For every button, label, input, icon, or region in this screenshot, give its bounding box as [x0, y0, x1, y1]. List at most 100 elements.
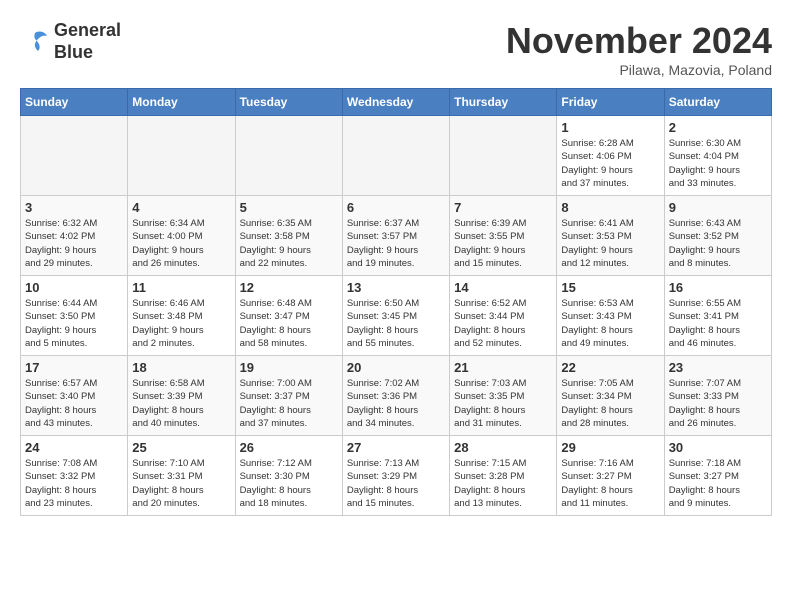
- day-number: 23: [669, 360, 767, 375]
- calendar-cell: [21, 116, 128, 196]
- calendar-cell: 22Sunrise: 7:05 AM Sunset: 3:34 PM Dayli…: [557, 356, 664, 436]
- calendar-cell: 24Sunrise: 7:08 AM Sunset: 3:32 PM Dayli…: [21, 436, 128, 516]
- day-info: Sunrise: 6:48 AM Sunset: 3:47 PM Dayligh…: [240, 297, 338, 350]
- day-number: 4: [132, 200, 230, 215]
- day-info: Sunrise: 6:57 AM Sunset: 3:40 PM Dayligh…: [25, 377, 123, 430]
- calendar-cell: 8 Sunrise: 6:41 AM Sunset: 3:53 PM Daylig…: [557, 196, 664, 276]
- day-info: Sunrise: 6:52 AM Sunset: 3:44 PM Dayligh…: [454, 297, 552, 350]
- day-number: 28: [454, 440, 552, 455]
- month-title: November 2024: [506, 20, 772, 62]
- location: Pilawa, Mazovia, Poland: [506, 62, 772, 78]
- day-number: 26: [240, 440, 338, 455]
- calendar-cell: 19 Sunrise: 7:00 AM Sunset: 3:37 PM Dayli…: [235, 356, 342, 436]
- day-number: 14: [454, 280, 552, 295]
- calendar-cell: 27 Sunrise: 7:13 AM Sunset: 3:29 PM Dayli…: [342, 436, 449, 516]
- day-info: Sunrise: 6:28 AM Sunset: 4:06 PM Dayligh…: [561, 137, 659, 190]
- calendar-cell: [342, 116, 449, 196]
- day-info: Sunrise: 7:18 AM Sunset: 3:27 PM Dayligh…: [669, 457, 767, 510]
- week-row-4: 17 Sunrise: 6:57 AM Sunset: 3:40 PM Dayli…: [21, 356, 772, 436]
- day-info: Sunrise: 7:03 AM Sunset: 3:35 PM Dayligh…: [454, 377, 552, 430]
- day-info: Sunrise: 7:07 AM Sunset: 3:33 PM Dayligh…: [669, 377, 767, 430]
- calendar-cell: 5 Sunrise: 6:35 AM Sunset: 3:58 PM Daylig…: [235, 196, 342, 276]
- day-number: 19: [240, 360, 338, 375]
- day-number: 1: [561, 120, 659, 135]
- week-row-3: 10Sunrise: 6:44 AM Sunset: 3:50 PM Dayli…: [21, 276, 772, 356]
- calendar-cell: 21Sunrise: 7:03 AM Sunset: 3:35 PM Dayli…: [450, 356, 557, 436]
- week-row-1: 1 Sunrise: 6:28 AM Sunset: 4:06 PM Daylig…: [21, 116, 772, 196]
- calendar-cell: 2 Sunrise: 6:30 AM Sunset: 4:04 PM Daylig…: [664, 116, 771, 196]
- calendar-table: SundayMondayTuesdayWednesdayThursdayFrid…: [20, 88, 772, 516]
- day-number: 22: [561, 360, 659, 375]
- header-monday: Monday: [128, 89, 235, 116]
- calendar-cell: 29Sunrise: 7:16 AM Sunset: 3:27 PM Dayli…: [557, 436, 664, 516]
- calendar-cell: 20 Sunrise: 7:02 AM Sunset: 3:36 PM Dayli…: [342, 356, 449, 436]
- header-tuesday: Tuesday: [235, 89, 342, 116]
- day-number: 27: [347, 440, 445, 455]
- calendar-cell: 15 Sunrise: 6:53 AM Sunset: 3:43 PM Dayli…: [557, 276, 664, 356]
- header-friday: Friday: [557, 89, 664, 116]
- day-info: Sunrise: 6:58 AM Sunset: 3:39 PM Dayligh…: [132, 377, 230, 430]
- calendar-cell: 30 Sunrise: 7:18 AM Sunset: 3:27 PM Dayli…: [664, 436, 771, 516]
- title-block: November 2024 Pilawa, Mazovia, Poland: [506, 20, 772, 78]
- calendar-cell: 16Sunrise: 6:55 AM Sunset: 3:41 PM Dayli…: [664, 276, 771, 356]
- calendar-cell: 11Sunrise: 6:46 AM Sunset: 3:48 PM Dayli…: [128, 276, 235, 356]
- day-number: 12: [240, 280, 338, 295]
- day-number: 30: [669, 440, 767, 455]
- day-info: Sunrise: 6:50 AM Sunset: 3:45 PM Dayligh…: [347, 297, 445, 350]
- day-number: 10: [25, 280, 123, 295]
- day-number: 17: [25, 360, 123, 375]
- header-wednesday: Wednesday: [342, 89, 449, 116]
- calendar-cell: 7 Sunrise: 6:39 AM Sunset: 3:55 PM Daylig…: [450, 196, 557, 276]
- calendar-cell: 9 Sunrise: 6:43 AM Sunset: 3:52 PM Daylig…: [664, 196, 771, 276]
- day-info: Sunrise: 7:13 AM Sunset: 3:29 PM Dayligh…: [347, 457, 445, 510]
- day-info: Sunrise: 6:55 AM Sunset: 3:41 PM Dayligh…: [669, 297, 767, 350]
- day-number: 13: [347, 280, 445, 295]
- day-number: 5: [240, 200, 338, 215]
- calendar-cell: 23 Sunrise: 7:07 AM Sunset: 3:33 PM Dayli…: [664, 356, 771, 436]
- day-number: 25: [132, 440, 230, 455]
- day-number: 6: [347, 200, 445, 215]
- day-info: Sunrise: 6:30 AM Sunset: 4:04 PM Dayligh…: [669, 137, 767, 190]
- calendar-cell: 6 Sunrise: 6:37 AM Sunset: 3:57 PM Daylig…: [342, 196, 449, 276]
- day-number: 20: [347, 360, 445, 375]
- calendar-header-row: SundayMondayTuesdayWednesdayThursdayFrid…: [21, 89, 772, 116]
- calendar-cell: 12 Sunrise: 6:48 AM Sunset: 3:47 PM Dayli…: [235, 276, 342, 356]
- calendar-cell: 3 Sunrise: 6:32 AM Sunset: 4:02 PM Daylig…: [21, 196, 128, 276]
- day-number: 8: [561, 200, 659, 215]
- day-info: Sunrise: 6:53 AM Sunset: 3:43 PM Dayligh…: [561, 297, 659, 350]
- logo-text: General Blue: [54, 20, 121, 63]
- day-info: Sunrise: 6:43 AM Sunset: 3:52 PM Dayligh…: [669, 217, 767, 270]
- day-number: 18: [132, 360, 230, 375]
- day-number: 9: [669, 200, 767, 215]
- week-row-2: 3 Sunrise: 6:32 AM Sunset: 4:02 PM Daylig…: [21, 196, 772, 276]
- day-info: Sunrise: 7:02 AM Sunset: 3:36 PM Dayligh…: [347, 377, 445, 430]
- calendar-cell: 17 Sunrise: 6:57 AM Sunset: 3:40 PM Dayli…: [21, 356, 128, 436]
- calendar-cell: 10Sunrise: 6:44 AM Sunset: 3:50 PM Dayli…: [21, 276, 128, 356]
- day-info: Sunrise: 6:35 AM Sunset: 3:58 PM Dayligh…: [240, 217, 338, 270]
- day-info: Sunrise: 6:32 AM Sunset: 4:02 PM Dayligh…: [25, 217, 123, 270]
- calendar-cell: 28 Sunrise: 7:15 AM Sunset: 3:28 PM Dayli…: [450, 436, 557, 516]
- day-number: 15: [561, 280, 659, 295]
- calendar-cell: 13 Sunrise: 6:50 AM Sunset: 3:45 PM Dayli…: [342, 276, 449, 356]
- calendar-cell: 14 Sunrise: 6:52 AM Sunset: 3:44 PM Dayli…: [450, 276, 557, 356]
- day-info: Sunrise: 7:08 AM Sunset: 3:32 PM Dayligh…: [25, 457, 123, 510]
- day-info: Sunrise: 6:39 AM Sunset: 3:55 PM Dayligh…: [454, 217, 552, 270]
- calendar-cell: [450, 116, 557, 196]
- header-saturday: Saturday: [664, 89, 771, 116]
- calendar-cell: [128, 116, 235, 196]
- page-header: General Blue November 2024 Pilawa, Mazov…: [20, 20, 772, 78]
- day-number: 3: [25, 200, 123, 215]
- header-thursday: Thursday: [450, 89, 557, 116]
- calendar-cell: 4 Sunrise: 6:34 AM Sunset: 4:00 PM Daylig…: [128, 196, 235, 276]
- day-info: Sunrise: 7:15 AM Sunset: 3:28 PM Dayligh…: [454, 457, 552, 510]
- day-number: 2: [669, 120, 767, 135]
- calendar-cell: [235, 116, 342, 196]
- day-number: 7: [454, 200, 552, 215]
- day-info: Sunrise: 6:37 AM Sunset: 3:57 PM Dayligh…: [347, 217, 445, 270]
- header-sunday: Sunday: [21, 89, 128, 116]
- day-info: Sunrise: 6:41 AM Sunset: 3:53 PM Dayligh…: [561, 217, 659, 270]
- day-info: Sunrise: 6:34 AM Sunset: 4:00 PM Dayligh…: [132, 217, 230, 270]
- day-info: Sunrise: 7:00 AM Sunset: 3:37 PM Dayligh…: [240, 377, 338, 430]
- week-row-5: 24Sunrise: 7:08 AM Sunset: 3:32 PM Dayli…: [21, 436, 772, 516]
- calendar-cell: 25Sunrise: 7:10 AM Sunset: 3:31 PM Dayli…: [128, 436, 235, 516]
